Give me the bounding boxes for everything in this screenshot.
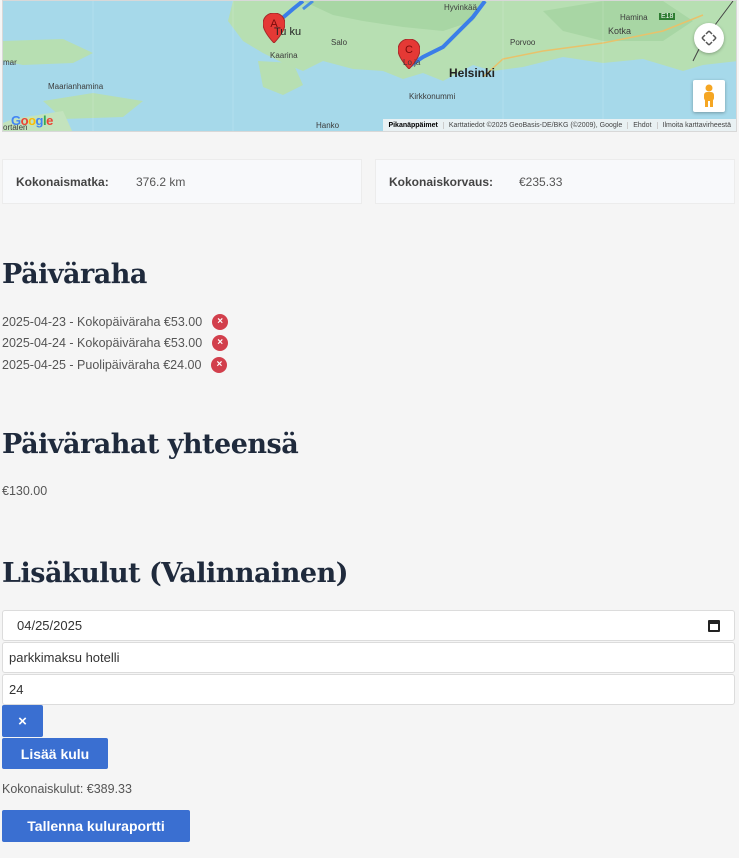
- total-reimbursement-box: Kokonaiskorvaus: €235.33: [375, 159, 735, 204]
- expense-description-field[interactable]: [2, 642, 735, 673]
- allowance-item-text: 2025-04-24 - Kokopäiväraha €53.00: [2, 336, 203, 350]
- save-report-button[interactable]: Tallenna kuluraportti: [2, 810, 190, 842]
- total-distance-value: 376.2 km: [136, 174, 186, 189]
- remove-allowance-icon[interactable]: ×: [212, 335, 229, 351]
- expense-date-field[interactable]: [2, 610, 735, 641]
- add-expense-button[interactable]: Lisää kulu: [2, 738, 108, 769]
- google-logo: Google: [11, 113, 53, 128]
- keyboard-shortcuts-link[interactable]: Pikanäppäimet: [383, 122, 442, 129]
- terms-link[interactable]: Ehdot: [627, 121, 656, 129]
- remove-allowance-icon[interactable]: ×: [211, 357, 228, 373]
- map-data-credit: Karttatiedot ©2025 GeoBasis-DE/BKG (©200…: [442, 121, 627, 129]
- remove-allowance-icon[interactable]: ×: [212, 314, 229, 330]
- total-reimbursement-value: €235.33: [519, 174, 563, 189]
- svg-text:C: C: [405, 44, 413, 56]
- allowance-heading: Päiväraha: [2, 259, 147, 290]
- allowance-total-heading: Päivärahat yhteensä: [2, 429, 299, 460]
- allowance-total-value: €130.00: [2, 484, 48, 498]
- total-expenses-text: Kokonaiskulut: €389.33: [2, 782, 132, 796]
- allowance-item: 2025-04-24 - Kokopäiväraha €53.00 ×: [2, 334, 229, 352]
- expense-amount-field[interactable]: [2, 674, 735, 705]
- total-distance-label: Kokonaismatka:: [16, 174, 109, 189]
- map-attribution: Pikanäppäimet Karttatiedot ©2025 GeoBasi…: [383, 119, 736, 131]
- report-error-link[interactable]: Ilmoita karttavirheestä: [656, 121, 736, 129]
- calendar-icon[interactable]: [708, 620, 720, 632]
- expense-description-input[interactable]: [9, 650, 734, 665]
- allowance-item: 2025-04-23 - Kokopäiväraha €53.00 ×: [2, 313, 229, 331]
- street-view-pegman-icon[interactable]: [693, 80, 725, 112]
- extra-expenses-heading: Lisäkulut (Valinnainen): [2, 558, 349, 589]
- map-pan-control-icon[interactable]: [694, 23, 724, 53]
- allowance-item-text: 2025-04-23 - Kokopäiväraha €53.00: [2, 315, 203, 329]
- route-map[interactable]: Hyvinkää Hamina E18 Kotka Salo Porvoo He…: [2, 0, 737, 132]
- remove-expense-button[interactable]: ×: [2, 705, 43, 737]
- expense-amount-input[interactable]: [9, 682, 734, 697]
- allowance-item-text: 2025-04-25 - Puolipäiväraha €24.00: [2, 358, 202, 372]
- expense-date-input[interactable]: [17, 618, 734, 633]
- allowance-item: 2025-04-25 - Puolipäiväraha €24.00 ×: [2, 356, 228, 374]
- total-distance-box: Kokonaismatka: 376.2 km: [2, 159, 362, 204]
- total-reimbursement-label: Kokonaiskorvaus:: [389, 174, 494, 189]
